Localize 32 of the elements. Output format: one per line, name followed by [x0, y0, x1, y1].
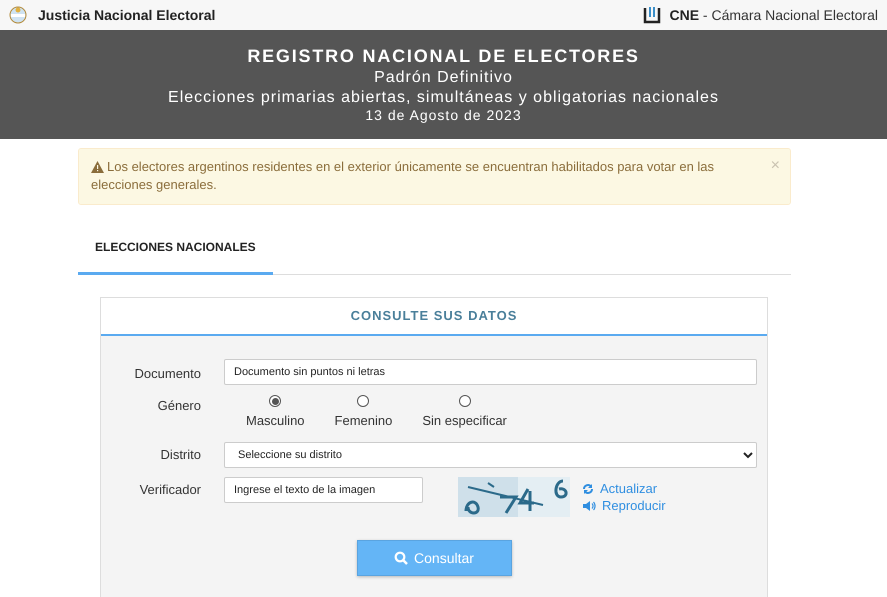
election-date: 13 de Agosto de 2023: [365, 107, 522, 123]
emblem-icon: [8, 5, 28, 25]
page-title: REGISTRO NACIONAL DE ELECTORES: [247, 46, 640, 67]
warning-icon: [91, 161, 104, 173]
tab[interactable]: ELECCIONES NACIONALES: [78, 223, 273, 275]
building-icon: [643, 6, 662, 24]
election-name: Elecciones primarias abiertas, simultáneas y obligatorias nacionales: [168, 89, 719, 107]
submit-button[interactable]: Consultar: [356, 540, 512, 576]
site-title: Justicia Nacional Electoral: [38, 7, 216, 23]
radio-label: Sin especificar: [422, 413, 507, 428]
field-label: Documento: [134, 365, 201, 381]
alert-message: Los electores argentinos residentes en el exterior únicamente se encuentran habilitados para votar en las elecciones generales.: [91, 159, 714, 192]
radio-button[interactable]: [357, 395, 370, 407]
field-label: Género: [156, 397, 201, 413]
field-label: Distrito: [160, 446, 201, 462]
refresh-icon: [582, 482, 594, 494]
page-subtitle: Padrón Definitivo: [374, 69, 513, 87]
captcha-field[interactable]: Ingrese el texto de la imagen: [224, 477, 423, 503]
radio-label: Masculino: [246, 413, 305, 428]
district-select[interactable]: Seleccione su distrito: [224, 442, 757, 468]
radio-button[interactable]: [458, 395, 471, 407]
refresh-link[interactable]: Actualizar: [582, 481, 666, 496]
field-label: Verificador: [138, 481, 201, 497]
speaker-icon: [582, 500, 596, 512]
radio-button[interactable]: [269, 395, 282, 407]
card-title: CONSULTE SUS DATOS: [101, 298, 767, 336]
close-button[interactable]: ×: [770, 157, 780, 175]
chamber-title: CNE - Cámara Nacional Electoral: [669, 7, 878, 23]
document-field[interactable]: Documento sin puntos ni letras: [224, 359, 757, 385]
radio-label: Femenino: [334, 413, 392, 428]
audio-link[interactable]: Reproducir: [582, 498, 666, 513]
search-icon: [394, 551, 408, 565]
